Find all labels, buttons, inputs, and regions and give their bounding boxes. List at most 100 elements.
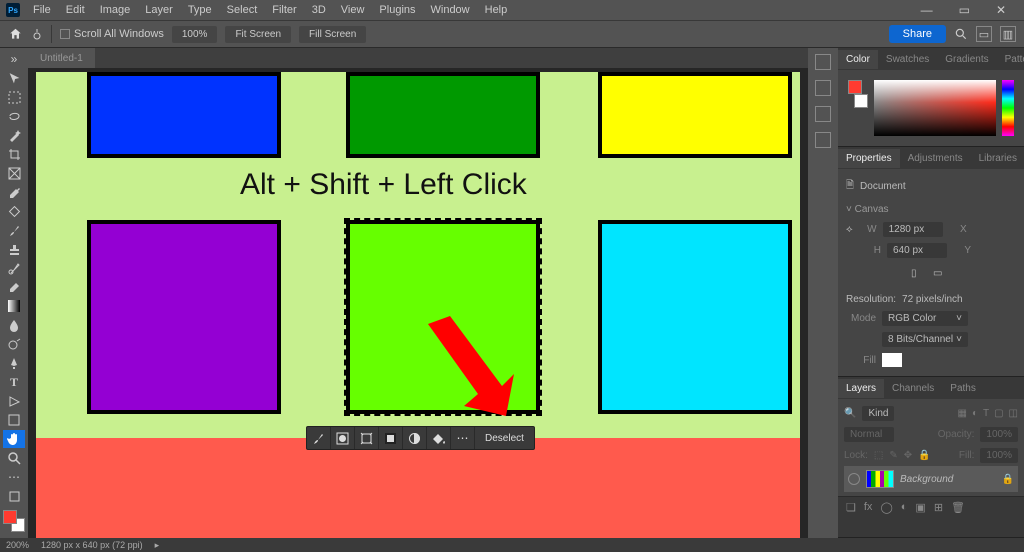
menu-plugins[interactable]: Plugins <box>373 2 421 18</box>
ctx-more-icon[interactable]: ⋯ <box>451 427 475 449</box>
search-icon[interactable]: 🔍 <box>844 408 856 419</box>
collapsed-panel-1[interactable] <box>815 54 831 70</box>
stamp-tool[interactable] <box>3 240 25 258</box>
filter-smart-icon[interactable]: ◫ <box>1009 408 1018 419</box>
tab-patterns[interactable]: Patterns <box>997 50 1024 69</box>
tool-flyout-icon[interactable] <box>31 28 43 40</box>
menu-file[interactable]: File <box>27 2 57 18</box>
ctx-adjust-icon[interactable] <box>403 427 427 449</box>
hand-tool[interactable] <box>3 430 25 448</box>
collapsed-panel-3[interactable] <box>815 106 831 122</box>
visibility-icon[interactable] <box>848 473 860 485</box>
collapsed-panel-4[interactable] <box>815 132 831 148</box>
search-icon[interactable] <box>954 27 968 41</box>
zoom-100-button[interactable]: 100% <box>172 26 218 43</box>
lock-position-icon[interactable]: ✥ <box>904 450 912 461</box>
menu-help[interactable]: Help <box>479 2 514 18</box>
eyedropper-tool[interactable] <box>3 183 25 201</box>
canvas-height-field[interactable]: 640 px <box>887 243 947 258</box>
share-button[interactable]: Share <box>889 25 946 43</box>
filter-image-icon[interactable]: ▦ <box>957 408 966 419</box>
filter-shape-icon[interactable]: ▢ <box>994 408 1003 419</box>
lock-icon[interactable]: 🔒 <box>918 450 930 461</box>
heal-tool[interactable] <box>3 202 25 220</box>
link-icon[interactable]: ⟡ <box>846 224 853 235</box>
color-panel-swatch[interactable] <box>848 80 868 108</box>
marquee-tool[interactable] <box>3 88 25 106</box>
tab-swatches[interactable]: Swatches <box>878 50 937 69</box>
color-field[interactable] <box>874 80 996 136</box>
filter-type-icon[interactable]: T <box>983 408 989 419</box>
pen-tool[interactable] <box>3 354 25 372</box>
canvas[interactable]: Alt + Shift + Left Click ⋯ Deselect <box>36 72 800 538</box>
blur-tool[interactable] <box>3 316 25 334</box>
mode-dropdown[interactable]: RGB Color˅ <box>882 311 968 326</box>
home-icon[interactable] <box>8 27 23 41</box>
lasso-tool[interactable] <box>3 107 25 125</box>
zoom-tool[interactable] <box>3 449 25 467</box>
menu-layer[interactable]: Layer <box>139 2 179 18</box>
document-tab[interactable]: Untitled-1 <box>28 48 95 68</box>
new-layer-icon[interactable]: ⊞ <box>934 501 943 514</box>
fill-screen-button[interactable]: Fill Screen <box>299 26 366 43</box>
ctx-invert-icon[interactable] <box>379 427 403 449</box>
ctx-brush-icon[interactable] <box>307 427 331 449</box>
layer-fill-field[interactable]: 100% <box>980 448 1018 463</box>
scroll-all-checkbox[interactable]: Scroll All Windows <box>60 28 164 40</box>
mask-icon[interactable]: ◯ <box>880 501 892 514</box>
deselect-button[interactable]: Deselect <box>475 433 534 444</box>
layer-filter-dropdown[interactable]: Kind <box>862 406 894 421</box>
workspace-icon[interactable]: ▭ <box>976 26 992 42</box>
menu-window[interactable]: Window <box>425 2 476 18</box>
arrange-icon[interactable]: ▥ <box>1000 26 1016 42</box>
more-tools-icon[interactable]: ⋯ <box>3 468 25 486</box>
chevron-right-icon[interactable]: ▸ <box>155 540 160 551</box>
bits-dropdown[interactable]: 8 Bits/Channel˅ <box>882 332 968 347</box>
ctx-transform-icon[interactable] <box>355 427 379 449</box>
dodge-tool[interactable] <box>3 335 25 353</box>
zoom-level[interactable]: 200% <box>6 540 29 550</box>
lock-all-icon[interactable]: ⬚ <box>874 450 883 461</box>
ctx-mask-icon[interactable] <box>331 427 355 449</box>
hue-slider[interactable] <box>1002 80 1014 136</box>
brush-tool[interactable] <box>3 221 25 239</box>
gradient-tool[interactable] <box>3 297 25 315</box>
shape-tool[interactable] <box>3 411 25 429</box>
type-tool[interactable]: T <box>3 373 25 391</box>
restore-icon[interactable]: ▭ <box>953 1 976 19</box>
menu-type[interactable]: Type <box>182 2 218 18</box>
path-tool[interactable] <box>3 392 25 410</box>
tab-channels[interactable]: Channels <box>884 379 942 398</box>
eraser-tool[interactable] <box>3 278 25 296</box>
menu-select[interactable]: Select <box>221 2 264 18</box>
prop-canvas-heading[interactable]: ˅ Canvas <box>846 204 1016 215</box>
crop-tool[interactable] <box>3 145 25 163</box>
menu-filter[interactable]: Filter <box>266 2 302 18</box>
orient-landscape-icon[interactable]: ▭ <box>933 268 951 284</box>
tab-gradients[interactable]: Gradients <box>937 50 996 69</box>
fx-icon[interactable]: fx <box>864 501 873 514</box>
fill-swatch[interactable] <box>882 353 902 367</box>
filter-adjust-icon[interactable]: ◐ <box>972 408 978 419</box>
layer-row-background[interactable]: Background 🔒 <box>844 466 1018 492</box>
close-icon[interactable]: ✕ <box>990 1 1012 19</box>
collapse-icon[interactable]: » <box>3 50 25 68</box>
lock-pixels-icon[interactable]: ✎ <box>889 450 897 461</box>
menu-image[interactable]: Image <box>94 2 137 18</box>
canvas-width-field[interactable]: 1280 px <box>883 222 943 237</box>
color-swatches[interactable] <box>3 510 25 532</box>
adjustment-layer-icon[interactable]: ◐ <box>901 501 908 514</box>
menu-view[interactable]: View <box>335 2 371 18</box>
link-layers-icon[interactable]: ❏ <box>846 501 856 514</box>
move-tool[interactable] <box>3 69 25 87</box>
fit-screen-button[interactable]: Fit Screen <box>225 26 291 43</box>
opacity-field[interactable]: 100% <box>980 427 1018 442</box>
frame-tool[interactable] <box>3 164 25 182</box>
menu-edit[interactable]: Edit <box>60 2 91 18</box>
tab-color[interactable]: Color <box>838 50 878 69</box>
wand-tool[interactable] <box>3 126 25 144</box>
menu-3d[interactable]: 3D <box>306 2 332 18</box>
group-icon[interactable]: ▣ <box>915 501 925 514</box>
tab-properties[interactable]: Properties <box>838 149 900 168</box>
edit-toolbar-icon[interactable] <box>3 487 25 505</box>
